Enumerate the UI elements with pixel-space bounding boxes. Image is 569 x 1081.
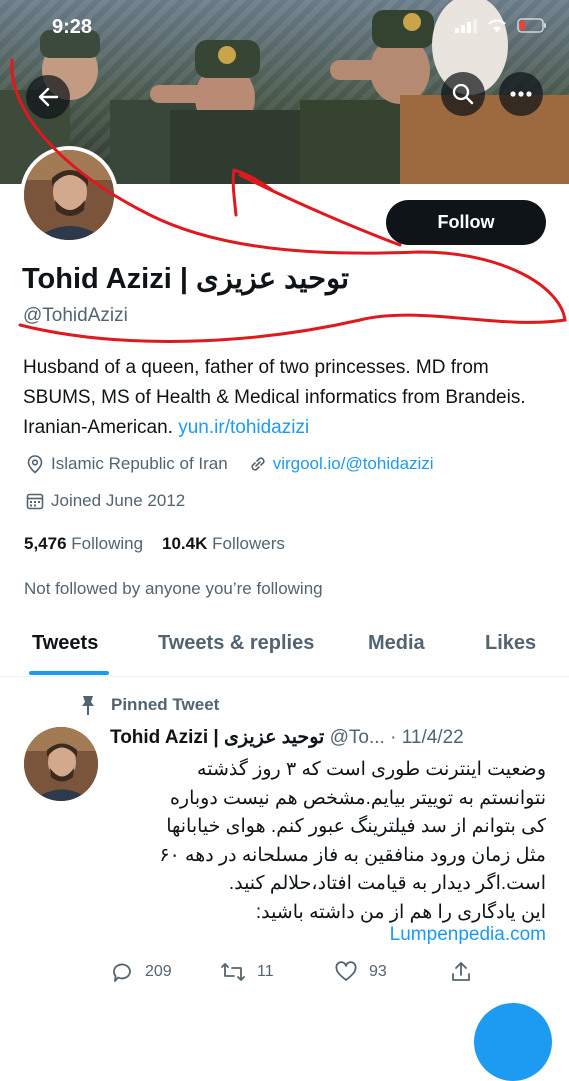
avatar-photo — [24, 150, 114, 240]
tweet-line: وضعیت اینترنت طوری است که ۳ روز گذشته — [197, 759, 546, 780]
not-followed-note: Not followed by anyone you’re following — [24, 579, 323, 598]
retweet-icon — [221, 963, 245, 981]
share-icon — [452, 962, 470, 981]
tweet-avatar[interactable] — [24, 727, 98, 801]
tweet-author-handle[interactable]: @To... — [330, 727, 385, 748]
profile-joined: Joined June 2012 — [51, 491, 186, 510]
more-icon — [510, 91, 532, 97]
search-icon — [452, 83, 474, 105]
back-button[interactable] — [26, 75, 70, 119]
tweet-avatar-photo — [24, 727, 98, 801]
bio-link[interactable]: yun.ir/tohidazizi — [178, 417, 309, 438]
profile-handle: @TohidAzizi — [23, 305, 128, 326]
profile-counts: 5,476 Following 10.4K Followers — [24, 534, 285, 554]
heart-icon — [335, 961, 357, 981]
avatar-portrait — [24, 150, 114, 240]
tab-tweets[interactable]: Tweets — [32, 632, 98, 655]
reply-count: 209 — [145, 963, 172, 980]
tab-media[interactable]: Media — [368, 632, 425, 655]
tweet-link[interactable]: Lumpenpedia.com — [390, 924, 546, 946]
status-bar: 9:28 — [0, 0, 569, 54]
tweet-header: Tohid Azizi | توحید عزیزی @To... · 11/4/… — [110, 726, 464, 749]
annotation-arrow-shaft — [238, 173, 402, 247]
profile-avatar[interactable] — [20, 146, 118, 244]
following-link[interactable]: 5,476 Following — [24, 534, 143, 553]
tab-likes[interactable]: Likes — [485, 632, 536, 655]
followers-link[interactable]: 10.4K Followers — [162, 534, 285, 553]
reply-action[interactable]: 209 — [110, 960, 172, 984]
location-icon — [27, 455, 43, 474]
follow-button[interactable]: Follow — [386, 200, 546, 245]
like-action[interactable]: 93 — [334, 960, 387, 984]
arrow-left-icon — [38, 87, 59, 107]
tweet-date[interactable]: · 11/4/22 — [390, 727, 464, 748]
tweet-line: کی بتوانم از سد فیلترینگ عبور کنم. هوای … — [166, 816, 546, 837]
status-icons — [455, 18, 547, 33]
profile-name: Tohid Azizi | توحید عزیزی — [22, 263, 350, 295]
like-count: 93 — [369, 963, 387, 980]
pinned-label-row: Pinned Tweet — [78, 694, 219, 716]
signal-icon — [455, 18, 477, 33]
profile-joined-row: Joined June 2012 — [25, 491, 185, 511]
calendar-icon — [26, 493, 44, 510]
retweet-action[interactable]: 11 — [220, 960, 274, 984]
search-button[interactable] — [441, 72, 485, 116]
wifi-icon — [488, 19, 506, 32]
status-time: 9:28 — [52, 16, 93, 38]
tweet-line: است.اگر دیدار به قیامت افتاد،حلالم کنید. — [228, 873, 546, 894]
profile-bio: Husband of a queen, father of two prince… — [23, 353, 548, 443]
followers-label: Followers — [212, 534, 285, 553]
pin-icon — [82, 696, 94, 715]
tweet-line: نتوانستم به توییتر بیایم.مشخص هم نیست دو… — [169, 787, 546, 809]
followers-count: 10.4K — [162, 534, 208, 553]
following-count: 5,476 — [24, 534, 67, 553]
share-action[interactable] — [449, 960, 473, 984]
tweet-author-name[interactable]: Tohid Azizi | توحید عزیزی — [110, 727, 324, 748]
retweet-count: 11 — [257, 963, 274, 980]
tab-tweets-replies[interactable]: Tweets & replies — [158, 632, 314, 655]
active-tab-indicator — [29, 671, 109, 675]
battery-icon — [517, 18, 546, 33]
profile-tabs: Tweets Tweets & replies Media Likes — [0, 620, 569, 677]
more-button[interactable] — [499, 72, 543, 116]
reply-icon — [113, 963, 131, 982]
profile-location: Islamic Republic of Iran — [51, 454, 228, 473]
link-icon — [251, 457, 265, 471]
pinned-label: Pinned Tweet — [111, 695, 220, 714]
compose-tweet-button[interactable] — [474, 1003, 552, 1081]
tweet-line: این یادگاری را هم از من داشته باشید: — [255, 901, 546, 923]
profile-meta-row: Islamic Republic of Iran virgool.io/@toh… — [25, 454, 434, 474]
tweet-line: مثل زمان ورود منافقین به فاز مسلحانه در … — [159, 844, 546, 866]
following-label: Following — [71, 534, 144, 553]
tweet-text: وضعیت اینترنت طوری است که ۳ روز گذشته نت… — [110, 756, 546, 927]
profile-website[interactable]: virgool.io/@tohidazizi — [273, 454, 434, 474]
tweet-avatar-portrait — [24, 727, 98, 801]
